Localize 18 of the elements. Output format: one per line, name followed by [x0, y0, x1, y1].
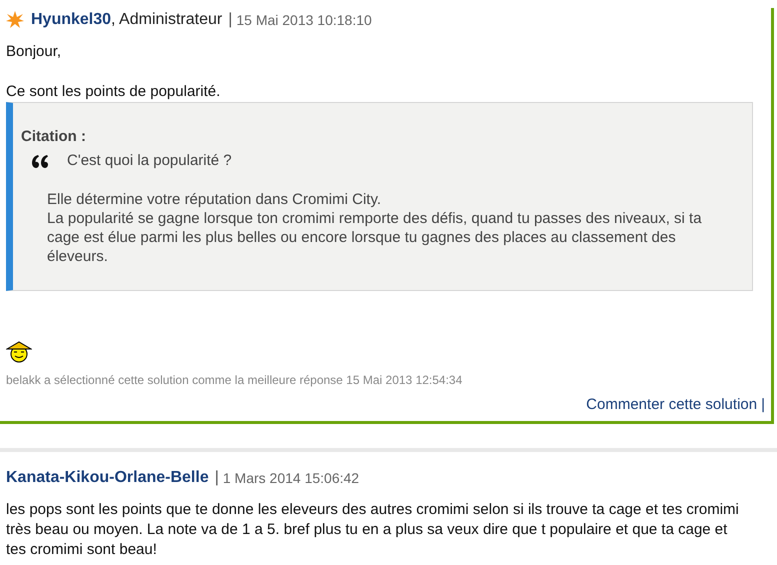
separator: |	[214, 469, 219, 487]
author-link[interactable]: Hyunkel30	[31, 11, 112, 29]
author-link[interactable]: Kanata-Kikou-Orlane-Belle	[6, 469, 209, 487]
quote-label: Citation :	[21, 127, 87, 147]
separator: |	[761, 396, 765, 413]
post-text: Bonjour,	[6, 42, 62, 62]
quote-mark-icon	[32, 154, 48, 168]
quote-question: C'est quoi la popularité ?	[67, 151, 232, 171]
author-role: , Administrateur	[111, 11, 222, 29]
post-text: les pops sont les points que te donne les eleveurs des autres cromimi selon si ils trouve ta cage et tes cromimi très beau ou moyen. La note va de 1 a 5. bref plus tu en a plus sa veux dire que t populaire et que ta cage et tes cromimi sont beau!	[6, 500, 740, 560]
post-text: Ce sont les points de popularité.	[6, 82, 222, 102]
quote-text: Elle détermine votre réputation dans Cromimi City.	[47, 190, 382, 209]
separator: |	[228, 11, 232, 29]
selection-note: belakk a sélectionné cette solution comme la meilleure réponse 15 Mai 2013 12:54:34	[6, 373, 464, 387]
post-date: 1 Mars 2014 15:06:42	[222, 470, 360, 486]
comment-link[interactable]: Commenter cette solution	[586, 396, 758, 413]
post-date: 15 Mai 2013 10:18:10	[236, 12, 372, 28]
quote-text: La popularité se gagne lorsque ton cromimi remporte des défis, quand tu passes des niveaux, si ta cage est élue parmi les plus belles ou encore lorsque tu gagnes des places au classement des éleveurs.	[47, 209, 703, 266]
